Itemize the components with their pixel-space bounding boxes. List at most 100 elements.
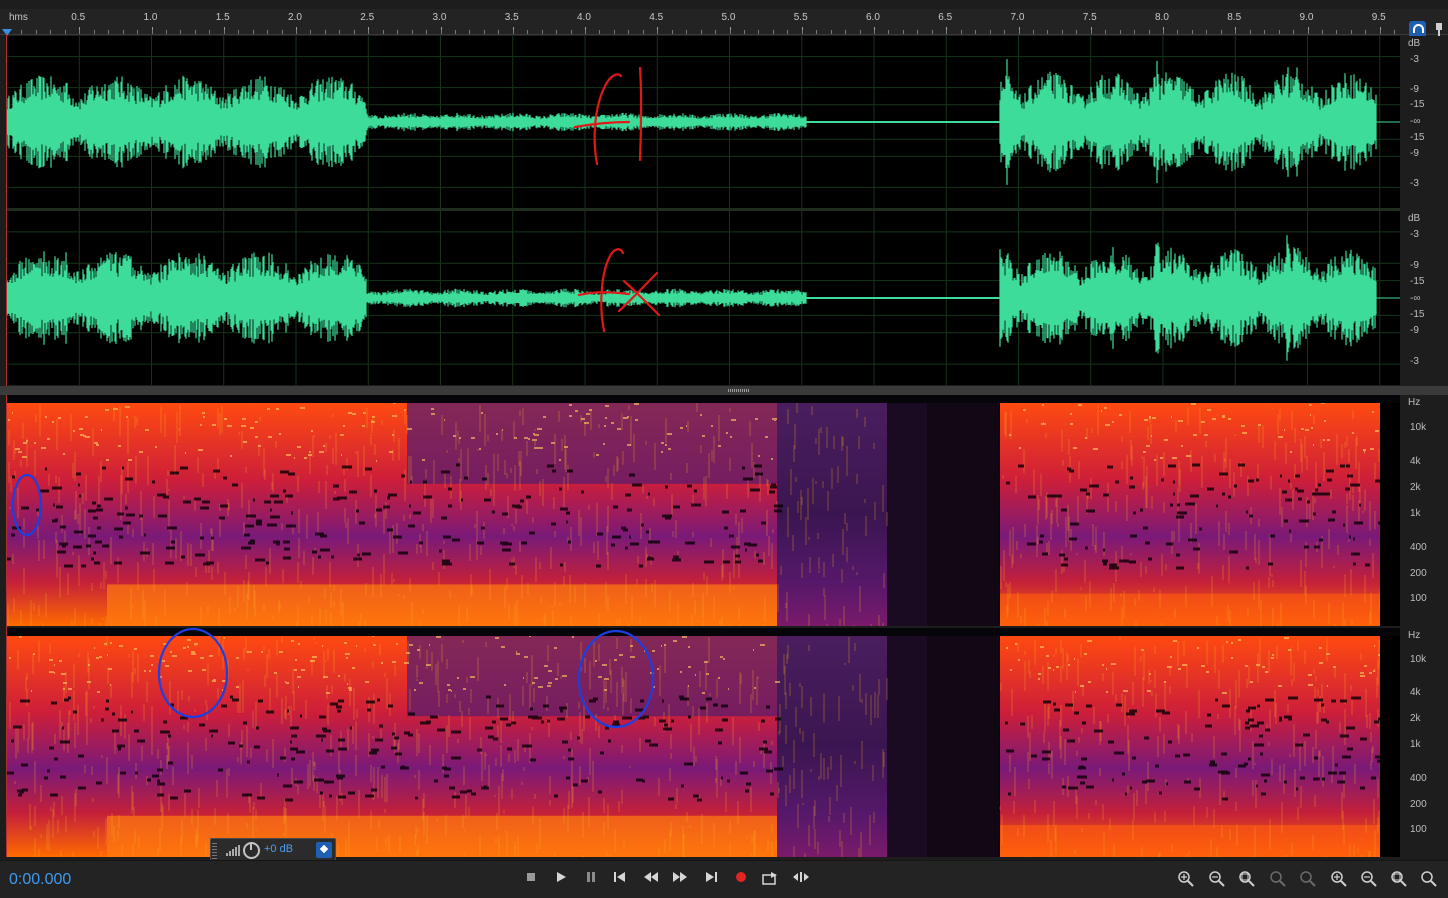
ruler-minor-tick — [310, 30, 312, 34]
scale-label: -∞ — [1410, 293, 1421, 304]
ruler-tick-label: 2.0 — [288, 12, 302, 23]
ruler-tick-label: 0.5 — [71, 12, 86, 23]
play-button[interactable] — [550, 868, 572, 888]
ruler-tick-label: 8.0 — [1155, 12, 1169, 23]
skip-selection-icon — [762, 872, 777, 885]
scale-label: -15 — [1410, 132, 1425, 143]
ruler-minor-tick — [1336, 30, 1338, 34]
ruler-minor-tick — [1293, 30, 1295, 34]
ruler-minor-tick — [454, 30, 456, 34]
zoom-in-time-button[interactable] — [1327, 868, 1351, 888]
ruler-tick-label: 4.0 — [577, 12, 591, 23]
ruler-minor-tick — [830, 30, 832, 34]
ruler-minor-tick — [1090, 30, 1092, 34]
time-unit-label: hms — [9, 12, 28, 23]
current-time-display[interactable]: 0:00.000 — [9, 871, 71, 889]
zoom-out-time-button[interactable] — [1357, 868, 1381, 888]
record-button[interactable] — [730, 868, 752, 888]
waveform-right-channel[interactable]: fx — [7, 211, 1400, 385]
scale-label: -9 — [1410, 260, 1419, 271]
ruler-minor-tick — [440, 30, 442, 34]
spectral-right-channel[interactable] — [7, 628, 1400, 857]
scale-label: -3 — [1410, 356, 1419, 367]
ruler-minor-tick — [772, 30, 774, 34]
hz-scale-left[interactable]: Hz 10k 4k 2k 1k 400 200 100 — [1400, 395, 1448, 626]
ruler-minor-tick — [50, 30, 52, 34]
ruler-minor-tick — [1379, 30, 1381, 34]
ruler-minor-tick — [1394, 30, 1396, 34]
stop-button[interactable] — [520, 868, 542, 888]
ruler-minor-tick — [599, 30, 601, 34]
ruler-minor-tick — [93, 30, 95, 34]
next-button[interactable] — [700, 868, 722, 888]
hz-scale-right[interactable]: Hz 10k 4k 2k 1k 400 200 100 — [1400, 628, 1448, 857]
fast-forward-button[interactable] — [669, 868, 691, 888]
ruler-minor-tick — [1191, 30, 1193, 34]
ruler-minor-tick — [498, 30, 500, 34]
ruler-minor-tick — [1047, 30, 1049, 34]
ruler-minor-tick — [743, 30, 745, 34]
zoom-in-amplitude-button[interactable] — [1174, 868, 1198, 888]
ruler-minor-tick — [35, 30, 37, 34]
ruler-tick-label: 8.5 — [1227, 12, 1242, 23]
ruler-tick-label: 3.5 — [504, 12, 519, 23]
ruler-minor-tick — [79, 30, 81, 34]
waveform-left-channel[interactable]: fl — [7, 36, 1400, 208]
splitter-grip-icon[interactable] — [728, 389, 750, 392]
scale-unit-label: Hz — [1408, 397, 1421, 408]
zoom-selection-button[interactable] — [1417, 868, 1441, 888]
ruler-minor-tick — [975, 30, 977, 34]
rewind-button[interactable] — [640, 868, 662, 888]
ruler-minor-tick — [267, 30, 269, 34]
playhead-marker[interactable] — [2, 29, 12, 36]
spectrogram-body — [7, 395, 1400, 626]
scale-label: 200 — [1410, 568, 1427, 579]
scale-label: 400 — [1410, 773, 1427, 784]
ruler-minor-tick — [1206, 30, 1208, 34]
hud-grip-icon[interactable] — [212, 841, 217, 859]
volume-knob-icon[interactable] — [243, 842, 260, 859]
skip-selection-button[interactable] — [759, 868, 781, 888]
view-splitter[interactable] — [0, 386, 1448, 395]
zoom-out-amplitude-button[interactable] — [1205, 868, 1229, 888]
ruler-minor-tick — [1278, 30, 1280, 34]
loop-button[interactable] — [790, 868, 812, 888]
ruler-minor-tick — [1235, 30, 1237, 34]
ruler-minor-tick — [686, 30, 688, 34]
ruler-minor-tick — [1177, 30, 1179, 34]
ruler-minor-tick — [21, 30, 23, 34]
ruler-tick-label: 7.0 — [1010, 12, 1025, 23]
zoom-in-at-out-point-button[interactable] — [1296, 868, 1320, 888]
ruler-minor-tick — [296, 30, 297, 34]
pause-button[interactable] — [580, 868, 602, 888]
hud-amplitude-control[interactable]: +0 dB — [210, 838, 336, 862]
scale-label: 1k — [1410, 739, 1421, 750]
ruler-minor-tick — [1004, 30, 1006, 34]
hud-pin-icon[interactable] — [316, 842, 332, 858]
scale-label: 400 — [1410, 542, 1427, 553]
ruler-minor-tick — [151, 30, 153, 34]
ruler-minor-tick — [238, 30, 240, 34]
zoom-out-full-button[interactable] — [1235, 868, 1259, 888]
ruler-minor-tick — [281, 30, 283, 34]
ruler-minor-tick — [1105, 30, 1107, 34]
scale-label: -3 — [1410, 54, 1419, 65]
ruler-minor-tick — [339, 30, 341, 34]
time-ruler[interactable]: hms 0.5 1.0 1.5 2.0 2.5 3.0 3.5 4.0 4.5 5.0 5.5 6.0… — [0, 9, 1448, 38]
db-scale-right[interactable]: dB -3 -9 -15 -∞ -15 -9 -3 — [1400, 211, 1448, 385]
ruler-minor-tick — [758, 30, 760, 34]
ruler-tick-label: 4.5 — [649, 12, 664, 23]
ruler-minor-tick — [194, 30, 196, 34]
spectral-left-channel[interactable] — [7, 395, 1400, 626]
magnifier-icon — [1361, 871, 1377, 887]
ruler-minor-tick — [1307, 30, 1309, 34]
magnifier-icon — [1421, 871, 1437, 887]
zoom-full-button[interactable] — [1387, 868, 1411, 888]
zoom-in-at-in-point-button[interactable] — [1266, 868, 1290, 888]
gain-value[interactable]: +0 dB — [264, 843, 293, 855]
ruler-minor-tick — [585, 30, 586, 34]
ruler-minor-tick — [1350, 30, 1352, 34]
ruler-minor-tick — [902, 30, 904, 34]
previous-button[interactable] — [609, 868, 631, 888]
db-scale-left[interactable]: dB -3 -9 -15 -∞ -15 -9 -3 — [1400, 36, 1448, 208]
